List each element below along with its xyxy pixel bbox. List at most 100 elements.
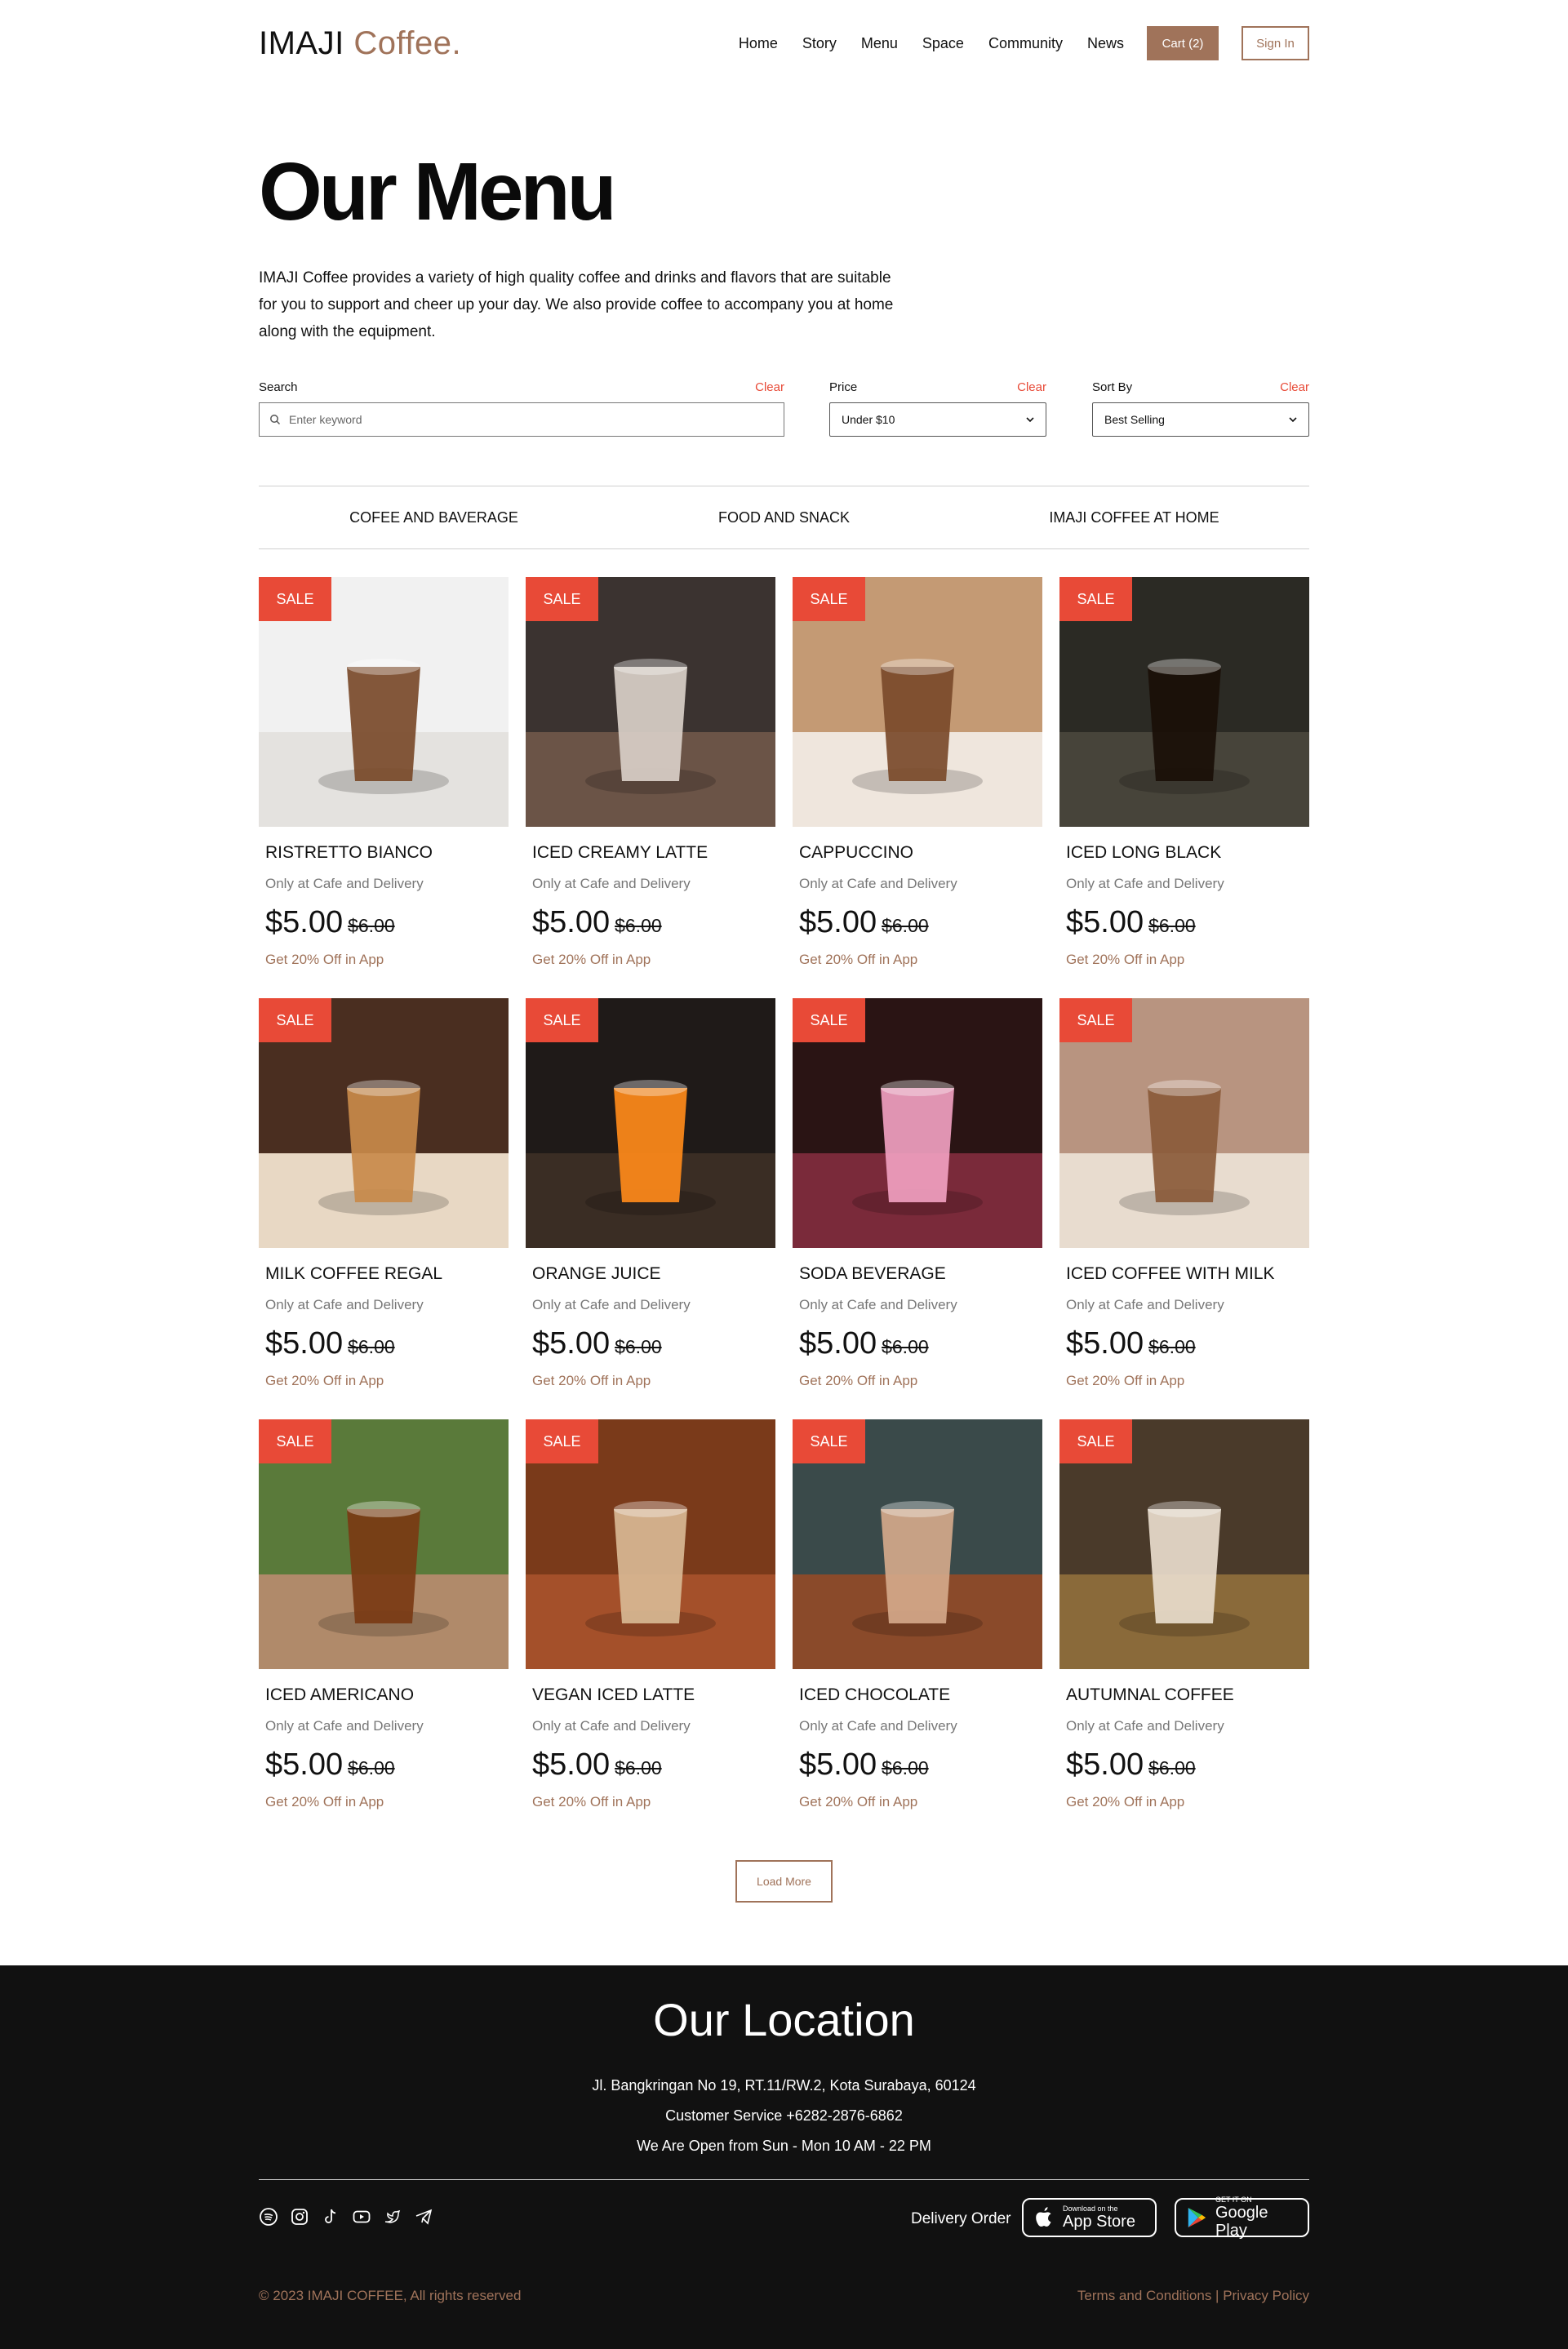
product-name[interactable]: ICED CHOCOLATE (799, 1685, 1042, 1705)
product-name[interactable]: VEGAN ICED LATTE (532, 1685, 775, 1705)
tab-coffee-and-beverage[interactable]: COFEE AND BAVERAGE (259, 486, 609, 548)
original-price: $6.00 (615, 1336, 662, 1357)
product-card[interactable]: SALE ORANGE JUICE Only at Cafe and Deliver… (526, 998, 775, 1389)
product-image[interactable]: SALE (793, 998, 1042, 1248)
product-availability: Only at Cafe and Delivery (799, 1297, 957, 1312)
product-card[interactable]: SALE CAPPUCCINO Only at Cafe and Delivery $… (793, 577, 1042, 968)
page-description: IMAJI Coffee provides a variety of high … (259, 269, 894, 340)
product-name[interactable]: ORANGE JUICE (532, 1264, 775, 1284)
sale-badge: SALE (793, 577, 865, 621)
location-title: Our Location (653, 1994, 915, 2045)
youtube-icon[interactable] (352, 2207, 371, 2227)
product-price: $5.00 $6.00 (265, 1326, 509, 1361)
product-card[interactable]: SALE MILK COFFEE REGAL Only at Cafe and De… (259, 998, 509, 1389)
product-availability: Only at Cafe and Delivery (799, 1718, 957, 1734)
product-card[interactable]: SALE ICED LONG BLACK Only at Cafe and Deli… (1059, 577, 1309, 968)
app-offer-text: Get 20% Off in App (799, 952, 918, 967)
product-name[interactable]: MILK COFFEE REGAL (265, 1264, 509, 1284)
product-image[interactable]: SALE (1059, 1419, 1309, 1669)
logo[interactable]: IMAJI Coffee. (259, 25, 461, 62)
twitter-icon[interactable] (383, 2207, 402, 2227)
price-clear-link[interactable]: Clear (1017, 380, 1046, 394)
sign-in-button[interactable]: Sign In (1242, 26, 1309, 60)
tiktok-icon[interactable] (321, 2207, 340, 2227)
nav-story[interactable]: Story (802, 35, 837, 52)
product-card[interactable]: SALE ICED CHOCOLATE Only at Cafe and Deliv… (793, 1419, 1042, 1810)
product-price: $5.00 $6.00 (532, 905, 775, 940)
price-filter: Price Clear Under $10 (829, 380, 1046, 437)
product-name[interactable]: ICED LONG BLACK (1066, 843, 1309, 863)
product-image[interactable]: SALE (259, 1419, 509, 1669)
product-image[interactable]: SALE (793, 1419, 1042, 1669)
product-price: $5.00 $6.00 (799, 1326, 1042, 1361)
search-clear-link[interactable]: Clear (755, 380, 784, 394)
delivery-order-label: Delivery Order (911, 2210, 1011, 2227)
product-card[interactable]: SALE AUTUMNAL COFFEE Only at Cafe and Deli… (1059, 1419, 1309, 1810)
cart-button[interactable]: Cart (2) (1147, 26, 1219, 60)
nav-menu[interactable]: Menu (861, 35, 898, 52)
product-name[interactable]: ICED CREAMY LATTE (532, 843, 775, 863)
search-input[interactable]: Enter keyword (259, 402, 784, 437)
nav-space[interactable]: Space (922, 35, 964, 52)
product-price: $5.00 $6.00 (1066, 1326, 1309, 1361)
google-play-big-text: Google Play (1215, 2204, 1268, 2240)
category-tabs: COFEE AND BAVERAGE FOOD AND SNACK IMAJI … (259, 486, 1309, 548)
product-image[interactable]: SALE (793, 577, 1042, 827)
sort-clear-link[interactable]: Clear (1280, 380, 1309, 394)
product-image[interactable]: SALE (526, 1419, 775, 1669)
product-image[interactable]: SALE (259, 998, 509, 1248)
product-name[interactable]: AUTUMNAL COFFEE (1066, 1685, 1309, 1705)
product-image[interactable]: SALE (259, 577, 509, 827)
product-image[interactable]: SALE (526, 577, 775, 827)
product-name[interactable]: ICED AMERICANO (265, 1685, 509, 1705)
telegram-icon[interactable] (414, 2207, 433, 2227)
terms-privacy-link[interactable]: Terms and Conditions | Privacy Policy (1077, 2288, 1309, 2304)
google-play-button[interactable]: GET IT ON Google Play (1175, 2196, 1309, 2240)
instagram-icon[interactable] (290, 2207, 309, 2227)
product-availability: Only at Cafe and Delivery (1066, 1718, 1224, 1734)
product-availability: Only at Cafe and Delivery (265, 1297, 424, 1312)
product-card[interactable]: SALE ICED AMERICANO Only at Cafe and Deliv… (259, 1419, 509, 1810)
original-price: $6.00 (882, 1336, 929, 1357)
product-image[interactable]: SALE (1059, 998, 1309, 1248)
tab-imaji-coffee-at-home[interactable]: IMAJI COFFEE AT HOME (959, 486, 1309, 548)
load-more-button[interactable]: Load More (735, 1860, 833, 1903)
sale-badge: SALE (526, 577, 598, 621)
tab-food-and-snack[interactable]: FOOD AND SNACK (609, 486, 959, 548)
original-price: $6.00 (1148, 1336, 1196, 1357)
product-name[interactable]: SODA BEVERAGE (799, 1264, 1042, 1284)
product-card[interactable]: SALE ICED CREAMY LATTE Only at Cafe and De… (526, 577, 775, 968)
app-store-button[interactable]: Download on the App Store (1022, 2198, 1157, 2237)
nav-community[interactable]: Community (988, 35, 1063, 52)
search-icon (270, 415, 281, 425)
product-availability: Only at Cafe and Delivery (265, 876, 424, 891)
product-image[interactable]: SALE (526, 998, 775, 1248)
price-label: Price (829, 380, 858, 394)
product-name[interactable]: ICED COFFEE WITH MILK (1066, 1264, 1309, 1284)
product-card[interactable]: SALE VEGAN ICED LATTE Only at Cafe and Del… (526, 1419, 775, 1810)
product-card[interactable]: SALE ICED COFFEE WITH MILK Only at Cafe an… (1059, 998, 1309, 1389)
app-offer-text: Get 20% Off in App (265, 952, 384, 967)
search-placeholder: Enter keyword (289, 413, 362, 426)
logo-accent: Coffee. (353, 24, 462, 61)
app-offer-text: Get 20% Off in App (1066, 1373, 1185, 1388)
product-card[interactable]: SALE SODA BEVERAGE Only at Cafe and Delive… (793, 998, 1042, 1389)
product-card[interactable]: SALE RISTRETTO BIANCO Only at Cafe and Del… (259, 577, 509, 968)
spotify-icon[interactable] (259, 2207, 278, 2227)
original-price: $6.00 (1148, 915, 1196, 936)
nav-home[interactable]: Home (739, 35, 778, 52)
original-price: $6.00 (882, 1757, 929, 1778)
logo-main: IMAJI (259, 24, 344, 61)
sort-select[interactable]: Best Selling (1092, 402, 1309, 437)
product-image[interactable]: SALE (1059, 577, 1309, 827)
sale-badge: SALE (1059, 1419, 1132, 1463)
product-name[interactable]: RISTRETTO BIANCO (265, 843, 509, 863)
nav-news[interactable]: News (1087, 35, 1124, 52)
current-price: $5.00 (799, 1326, 877, 1361)
product-availability: Only at Cafe and Delivery (532, 876, 691, 891)
product-availability: Only at Cafe and Delivery (1066, 876, 1224, 891)
product-name[interactable]: CAPPUCCINO (799, 843, 1042, 863)
product-price: $5.00 $6.00 (1066, 1747, 1309, 1783)
price-select[interactable]: Under $10 (829, 402, 1046, 437)
current-price: $5.00 (1066, 1747, 1144, 1782)
